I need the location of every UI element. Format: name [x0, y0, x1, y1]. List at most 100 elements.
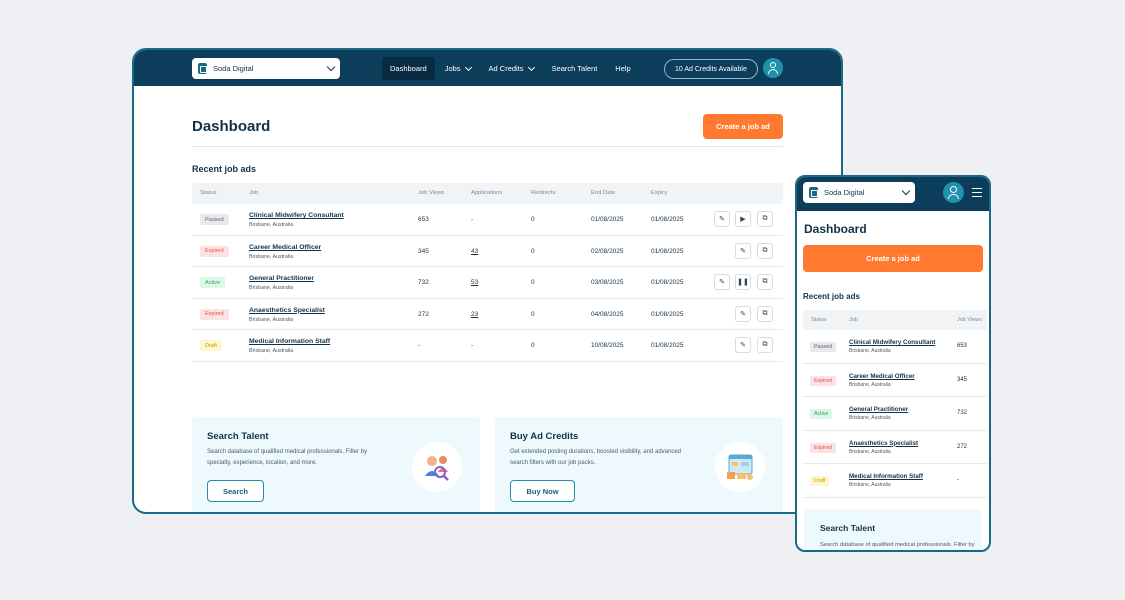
- edit-icon[interactable]: ✎: [735, 305, 751, 322]
- edit-icon[interactable]: ✎: [714, 211, 730, 227]
- job-title-link[interactable]: General Practitioner: [849, 406, 908, 413]
- org-name: Soda Digital: [824, 188, 865, 197]
- job-views: 272: [418, 310, 429, 318]
- redirects: 0: [531, 310, 535, 318]
- divider: [192, 146, 783, 147]
- status-badge: Expired: [810, 442, 836, 453]
- job-ads-table: Status Job Job Views Applications Redire…: [192, 183, 783, 362]
- applications-link[interactable]: 23: [471, 311, 478, 318]
- nav-ad-credits[interactable]: Ad Credits: [481, 57, 542, 80]
- col-status: Status: [200, 190, 217, 196]
- copy-icon[interactable]: ⧉: [757, 242, 773, 259]
- hamburger-menu-icon[interactable]: [972, 188, 982, 197]
- org-selector[interactable]: Soda Digital: [803, 182, 915, 203]
- col-job: Job: [849, 317, 858, 323]
- col-job-views: Job Views: [418, 190, 445, 196]
- job-title-link[interactable]: General Practitioner: [249, 275, 314, 282]
- job-views: 272: [957, 443, 968, 450]
- job-title-link[interactable]: Medical Information Staff: [849, 473, 923, 480]
- job-location: Brisbane, Australia: [849, 482, 891, 488]
- end-date: 02/08/2025: [591, 247, 624, 255]
- status-badge: Active: [810, 409, 833, 419]
- nav-search-talent[interactable]: Search Talent: [544, 57, 606, 80]
- job-title-link[interactable]: Career Medical Officer: [249, 244, 321, 251]
- job-title-link[interactable]: Anaesthetics Specialist: [249, 307, 325, 314]
- status-badge: Expired: [200, 245, 229, 257]
- status-badge: Draft: [810, 476, 830, 486]
- org-name: Soda Digital: [213, 64, 254, 73]
- end-date: 10/08/2025: [591, 342, 624, 349]
- table-header: Status Job Job Views: [803, 310, 987, 330]
- ad-credits-pill[interactable]: 10 Ad Credits Available: [664, 59, 758, 79]
- copy-icon[interactable]: ⧉: [757, 337, 773, 353]
- job-location: Brisbane, Australia: [249, 222, 294, 228]
- job-location: Brisbane, Australia: [249, 253, 294, 260]
- org-logo-icon: [809, 187, 818, 198]
- play-icon[interactable]: ▶: [735, 211, 751, 227]
- mobile-frame: Soda Digital Dashboard Create a job ad R…: [795, 175, 991, 552]
- nav-ad-credits-label: Ad Credits: [488, 64, 524, 73]
- create-job-ad-button[interactable]: Create a job ad: [703, 114, 783, 139]
- status-badge: Active: [200, 277, 225, 288]
- credits-illustration-icon: [715, 442, 765, 492]
- status-badge: Expired: [810, 375, 836, 386]
- nav-jobs[interactable]: Jobs: [437, 57, 479, 80]
- org-selector[interactable]: Soda Digital: [192, 58, 340, 79]
- job-views: 653: [957, 343, 968, 349]
- card-title: Search Talent: [820, 523, 876, 533]
- pause-icon[interactable]: ❚❚: [735, 274, 751, 290]
- edit-icon[interactable]: ✎: [735, 337, 751, 353]
- search-talent-card: Search Talent Search database of qualifi…: [192, 417, 480, 512]
- chevron-down-icon: [901, 186, 911, 196]
- job-location: Brisbane, Australia: [849, 448, 891, 455]
- job-location: Brisbane, Australia: [249, 316, 294, 323]
- table-row: Active General Practitioner Brisbane, Au…: [803, 397, 987, 431]
- applications-link[interactable]: 43: [471, 248, 478, 255]
- user-avatar-icon[interactable]: [763, 58, 783, 78]
- buy-now-button[interactable]: Buy Now: [510, 480, 575, 502]
- job-title-link[interactable]: Clinical Midwifery Consultant: [849, 339, 935, 346]
- expiry: 01/08/2025: [651, 279, 684, 286]
- nav-dashboard[interactable]: Dashboard: [382, 57, 435, 80]
- recent-job-ads-heading: Recent job ads: [192, 164, 257, 174]
- status-badge: Paused: [200, 214, 229, 225]
- job-location: Brisbane, Australia: [249, 348, 294, 354]
- redirects: 0: [531, 216, 535, 223]
- user-avatar-icon[interactable]: [943, 182, 964, 203]
- card-description: Get extended posting durations, boosted …: [510, 449, 681, 466]
- job-title-link[interactable]: Clinical Midwifery Consultant: [249, 212, 344, 219]
- col-job-views: Job Views: [957, 317, 982, 323]
- table-row: Draft Medical Information Staff Brisbane…: [803, 464, 987, 498]
- job-location: Brisbane, Australia: [849, 415, 891, 421]
- job-location: Brisbane, Australia: [849, 348, 891, 354]
- copy-icon[interactable]: ⧉: [757, 211, 773, 227]
- copy-icon[interactable]: ⧉: [757, 305, 773, 322]
- edit-icon[interactable]: ✎: [714, 274, 730, 290]
- job-location: Brisbane, Australia: [249, 285, 294, 291]
- end-date: 01/08/2025: [591, 216, 624, 223]
- job-views: -: [957, 477, 959, 483]
- copy-icon[interactable]: ⧉: [757, 274, 773, 290]
- redirects: 0: [531, 279, 535, 286]
- table-row: Expired Anaesthetics Specialist Brisbane…: [803, 431, 987, 464]
- job-views: -: [418, 342, 421, 349]
- edit-icon[interactable]: ✎: [735, 242, 751, 259]
- expiry: 01/08/2025: [651, 216, 684, 223]
- page-title: Dashboard: [804, 222, 867, 236]
- create-job-ad-button[interactable]: Create a job ad: [803, 245, 983, 272]
- job-title-link[interactable]: Career Medical Officer: [849, 373, 915, 380]
- col-redirects: Redirects: [531, 190, 556, 196]
- search-talent-card: Search Talent Search database of qualifi…: [804, 509, 982, 550]
- job-views: 732: [418, 279, 429, 286]
- table-row: Expired Anaesthetics Specialist Brisbane…: [192, 299, 783, 330]
- applications-link[interactable]: 53: [471, 279, 478, 286]
- search-button[interactable]: Search: [207, 480, 264, 502]
- job-title-link[interactable]: Anaesthetics Specialist: [849, 440, 918, 447]
- col-applications: Applications: [471, 190, 503, 196]
- job-title-link[interactable]: Medical Information Staff: [249, 338, 330, 345]
- end-date: 03/08/2025: [591, 279, 624, 286]
- card-title: Buy Ad Credits: [510, 431, 579, 442]
- nav-links: Dashboard Jobs Ad Credits Search Talent …: [382, 57, 641, 80]
- nav-help[interactable]: Help: [607, 57, 638, 80]
- nav-jobs-label: Jobs: [444, 64, 461, 73]
